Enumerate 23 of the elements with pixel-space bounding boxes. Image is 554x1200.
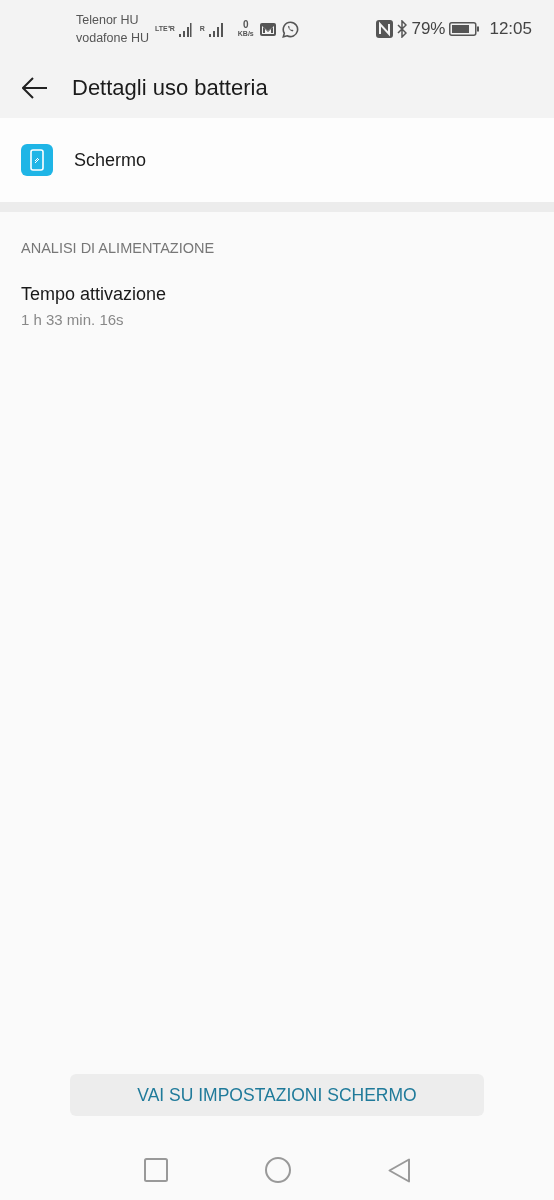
recents-icon[interactable] — [144, 1158, 168, 1182]
signal-icon — [207, 21, 224, 37]
home-icon[interactable] — [265, 1157, 291, 1183]
carrier-name: vodafone HU — [76, 30, 149, 47]
data-rate: 0 — [243, 20, 249, 29]
clock-time: 12:05 — [489, 19, 532, 39]
chat-icon — [281, 20, 299, 38]
nfc-icon — [376, 20, 394, 38]
signal-icon — [177, 21, 192, 37]
back-icon[interactable] — [388, 1157, 410, 1183]
mail-icon — [259, 22, 276, 36]
back-arrow-icon[interactable] — [22, 77, 48, 99]
carrier-name: Telenor HU — [76, 12, 140, 29]
settings-button[interactable]: VAI SU IMPOSTAZIONI SCHERMO — [70, 1074, 484, 1116]
app-name: Schermo — [74, 149, 147, 171]
item-value: 1 h 33 min. 16s — [21, 311, 125, 328]
battery-percentage: 79% — [411, 19, 446, 39]
section-header: ANALISI DI ALIMENTAZIONE — [20, 239, 216, 256]
page-title: Dettagli uso batteria — [72, 75, 268, 101]
phone-app-icon — [21, 144, 53, 176]
item-title: Tempo attivazione — [21, 284, 168, 305]
battery-icon — [449, 22, 480, 36]
bluetooth-icon — [397, 20, 408, 38]
